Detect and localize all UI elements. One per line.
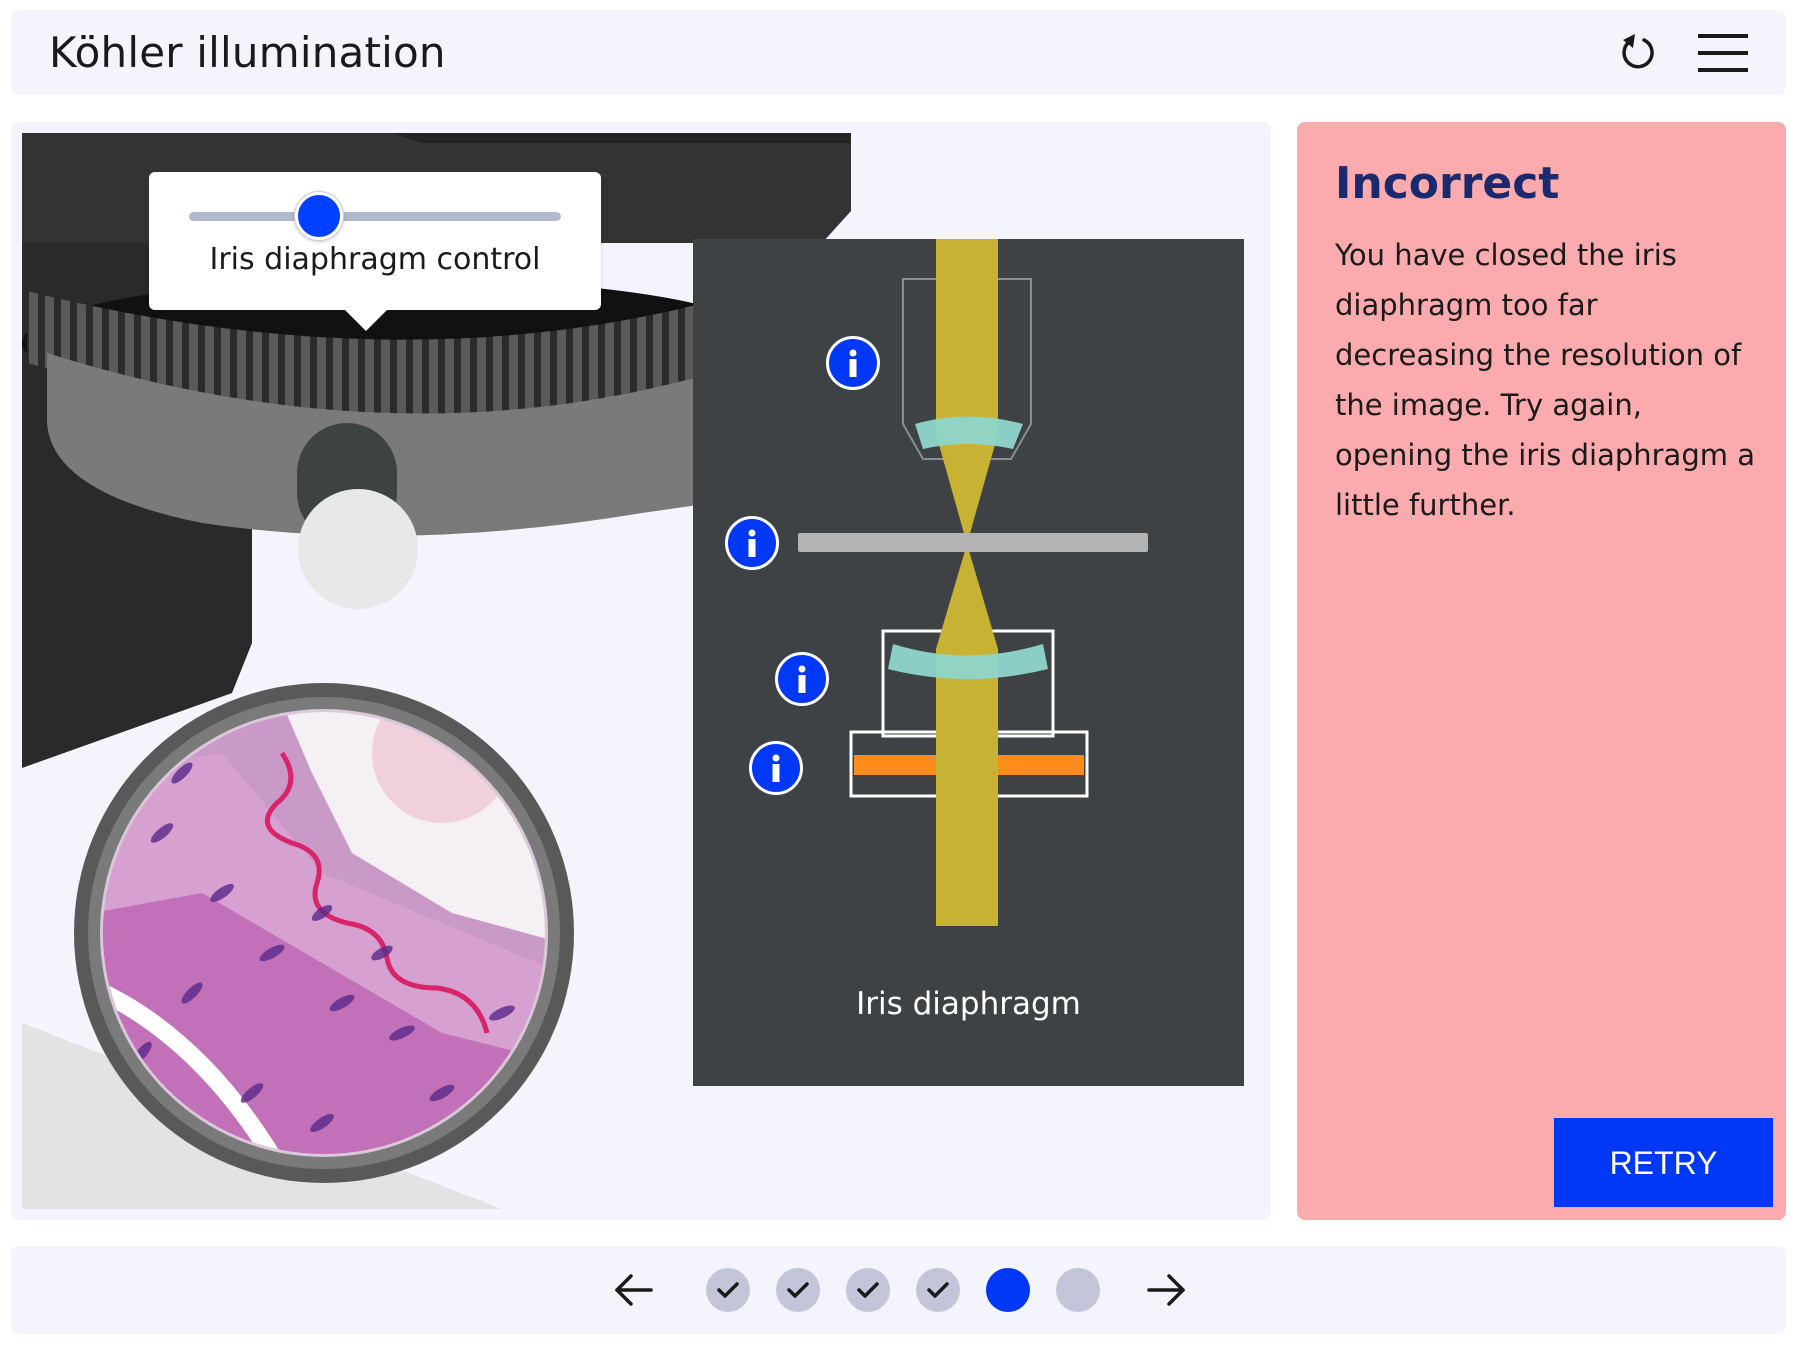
arrow-right-icon (1147, 1274, 1185, 1306)
feedback-panel: Incorrect You have closed the iris diaph… (1297, 122, 1786, 1220)
step-indicator-5-current[interactable] (986, 1268, 1030, 1312)
iris-diaphragm-slider-track[interactable] (189, 212, 561, 221)
diagram-caption: Iris diaphragm (856, 986, 1081, 1022)
hamburger-menu-icon (1698, 34, 1748, 72)
popover-pointer (344, 309, 388, 331)
info-button-iris-diaphragm[interactable] (749, 741, 803, 795)
info-icon (849, 349, 857, 377)
app-title: Köhler illumination (49, 28, 446, 77)
checkmark-icon (787, 1282, 809, 1298)
optical-path-diagram (798, 239, 1148, 926)
reset-icon (1622, 34, 1654, 69)
app-header: Köhler illumination (11, 10, 1786, 95)
iris-diaphragm-slider-popover: Iris diaphragm control (149, 172, 601, 331)
feedback-message: You have closed the iris diaphragm too f… (1335, 238, 1755, 522)
retry-button[interactable]: RETRY (1554, 1118, 1773, 1207)
info-icon (748, 529, 756, 557)
checkmark-icon (717, 1282, 739, 1298)
step-indicator-3[interactable] (846, 1268, 890, 1312)
info-icon (772, 754, 780, 782)
iris-diaphragm-slider-label: Iris diaphragm control (209, 242, 541, 277)
step-navigation (11, 1246, 1786, 1334)
checkmark-icon (857, 1282, 879, 1298)
info-button-specimen[interactable] (725, 516, 779, 570)
checkmark-icon (927, 1282, 949, 1298)
step-indicator-1[interactable] (706, 1268, 750, 1312)
microscope-stage: Iris diaphragm control Iris diaphragm (11, 122, 1271, 1220)
info-button-condenser[interactable] (775, 652, 829, 706)
step-indicator-2[interactable] (776, 1268, 820, 1312)
iris-diaphragm-diagram: Iris diaphragm (693, 239, 1244, 1086)
arrow-left-icon (615, 1274, 653, 1306)
menu-button[interactable] (1698, 28, 1748, 78)
reset-button[interactable] (1611, 28, 1661, 78)
feedback-title: Incorrect (1335, 158, 1560, 209)
info-icon (798, 665, 806, 693)
iris-diaphragm-slider-thumb[interactable] (295, 192, 344, 240)
step-indicator-6[interactable] (1056, 1268, 1100, 1312)
step-indicator-4[interactable] (916, 1268, 960, 1312)
previous-button[interactable] (609, 1265, 659, 1315)
info-button-objective[interactable] (826, 336, 880, 390)
next-button[interactable] (1141, 1265, 1191, 1315)
